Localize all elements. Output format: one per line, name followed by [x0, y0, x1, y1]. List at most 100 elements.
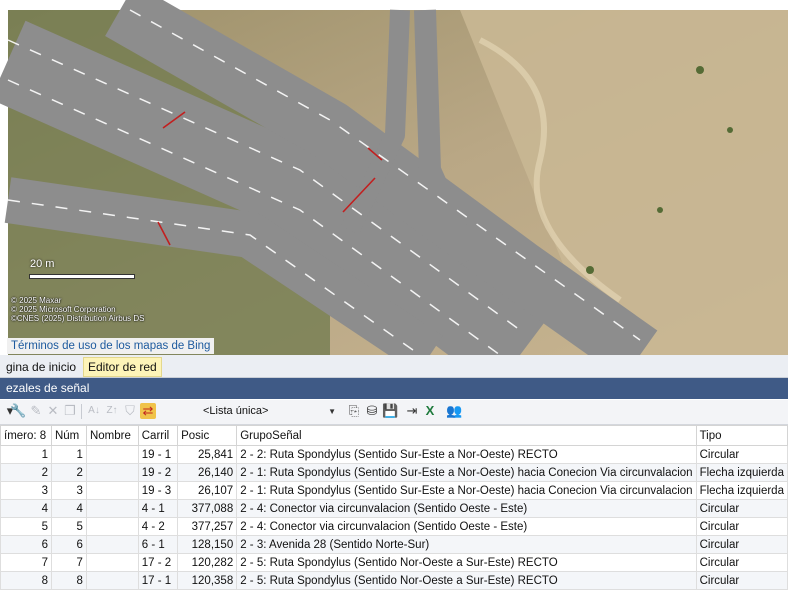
tab-home[interactable]: gina de inicio [2, 358, 80, 376]
cell-nombre[interactable] [85, 499, 139, 518]
cell-num[interactable]: 5 [50, 517, 87, 536]
network-map[interactable]: 20 m © 2025 Maxar © 2025 Microsoft Corpo… [0, 0, 788, 355]
cell-count[interactable]: 1 [0, 445, 52, 464]
column-header-nombre[interactable]: Nombre [85, 425, 139, 446]
cell-tipo[interactable]: Flecha izquierda [695, 463, 788, 482]
cell-nombre[interactable] [85, 553, 139, 572]
table-row[interactable]: 6 6 6 - 1 128,150 2 - 3: Avenida 28 (Sen… [0, 535, 788, 554]
cell-carril[interactable]: 19 - 1 [137, 445, 179, 464]
cell-posic[interactable]: 120,282 [177, 553, 238, 572]
table-row[interactable]: 2 2 19 - 2 26,140 2 - 1: Ruta Spondylus … [0, 463, 788, 482]
cell-gruposenal[interactable]: 2 - 4: Conector via circunvalacion (Sent… [236, 499, 697, 518]
column-header-num[interactable]: Núm [50, 425, 87, 446]
cell-tipo[interactable]: Circular [695, 517, 788, 536]
cell-gruposenal[interactable]: 2 - 1: Ruta Spondylus (Sentido Sur-Este … [236, 481, 697, 500]
cell-num[interactable]: 2 [50, 463, 87, 482]
cell-gruposenal[interactable]: 2 - 5: Ruta Spondylus (Sentido Nor-Oeste… [236, 571, 697, 590]
cell-carril[interactable]: 4 - 2 [137, 517, 179, 536]
cell-nombre[interactable] [85, 445, 139, 464]
cell-num[interactable]: 7 [50, 553, 87, 572]
list-selector-dropdown[interactable]: <Lista única> ▼ [203, 403, 338, 420]
cell-tipo[interactable]: Flecha izquierda [695, 481, 788, 500]
panel-title: ezales de señal [0, 378, 788, 399]
cell-gruposenal[interactable]: 2 - 3: Avenida 28 (Sentido Norte-Sur) [236, 535, 697, 554]
toolbar-separator [81, 404, 82, 419]
table-row[interactable]: 5 5 4 - 2 377,257 2 - 4: Conector via ci… [0, 517, 788, 536]
copy-table-icon[interactable]: ⎘ [346, 403, 362, 419]
cell-num[interactable]: 1 [50, 445, 87, 464]
credit-line: © 2025 Microsoft Corporation [11, 305, 116, 314]
cell-posic[interactable]: 25,841 [177, 445, 238, 464]
cell-tipo[interactable]: Circular [695, 535, 788, 554]
cell-carril[interactable]: 17 - 1 [137, 571, 179, 590]
cell-count[interactable]: 4 [0, 499, 52, 518]
table-row[interactable]: 7 7 17 - 2 120,282 2 - 5: Ruta Spondylus… [0, 553, 788, 572]
cell-count[interactable]: 2 [0, 463, 52, 482]
cell-tipo[interactable]: Circular [695, 553, 788, 572]
column-header-gruposenal[interactable]: GrupoSeñal [236, 425, 697, 446]
copy-icon[interactable]: ❐ [62, 403, 78, 419]
cell-carril[interactable]: 6 - 1 [137, 535, 179, 554]
column-header-count[interactable]: ímero: 8 [0, 425, 52, 446]
cell-count[interactable]: 7 [0, 553, 52, 572]
column-header-carril[interactable]: Carril [137, 425, 179, 446]
cell-carril[interactable]: 19 - 2 [137, 463, 179, 482]
table-row[interactable]: 4 4 4 - 1 377,088 2 - 4: Conector via ci… [0, 499, 788, 518]
sync-icon[interactable]: ⇄ [140, 403, 156, 419]
delete-icon[interactable]: ✕ [45, 403, 61, 419]
cell-nombre[interactable] [85, 535, 139, 554]
cell-count[interactable]: 8 [0, 571, 52, 590]
cell-gruposenal[interactable]: 2 - 1: Ruta Spondylus (Sentido Sur-Este … [236, 463, 697, 482]
table-row[interactable]: 1 1 19 - 1 25,841 2 - 2: Ruta Spondylus … [0, 445, 788, 464]
cell-posic[interactable]: 120,358 [177, 571, 238, 590]
sort-ascending-icon[interactable]: A↓ [86, 403, 102, 419]
bing-terms-link[interactable]: Términos de uso de los mapas de Bing [7, 338, 215, 354]
table-header-row: ímero: 8 Núm Nombre Carril Posic GrupoSe… [0, 425, 788, 446]
cell-posic[interactable]: 377,257 [177, 517, 238, 536]
cell-num[interactable]: 6 [50, 535, 87, 554]
cell-num[interactable]: 3 [50, 481, 87, 500]
filter-clear-icon[interactable]: ⛉ [122, 403, 138, 419]
cell-nombre[interactable] [85, 481, 139, 500]
cell-nombre[interactable] [85, 517, 139, 536]
table-row[interactable]: 3 3 19 - 3 26,107 2 - 1: Ruta Spondylus … [0, 481, 788, 500]
cell-num[interactable]: 8 [50, 571, 87, 590]
cell-posic[interactable]: 128,150 [177, 535, 238, 554]
credit-line: © 2025 Maxar [11, 296, 62, 305]
cell-nombre[interactable] [85, 571, 139, 590]
chevron-down-icon: ▼ [328, 407, 336, 416]
wrench-icon[interactable]: 🔧 [10, 403, 26, 419]
sort-descending-icon[interactable]: Z↑ [104, 403, 120, 419]
cell-carril[interactable]: 19 - 3 [137, 481, 179, 500]
column-header-tipo[interactable]: Tipo [695, 425, 788, 446]
cell-posic[interactable]: 26,107 [177, 481, 238, 500]
cell-carril[interactable]: 4 - 1 [137, 499, 179, 518]
cell-posic[interactable]: 377,088 [177, 499, 238, 518]
tab-network-editor[interactable]: Editor de red [83, 357, 162, 377]
cell-count[interactable]: 5 [0, 517, 52, 536]
cell-nombre[interactable] [85, 463, 139, 482]
database-icon[interactable]: ⛁ [364, 403, 380, 419]
users-icon[interactable]: 👥 [446, 403, 462, 419]
cell-gruposenal[interactable]: 2 - 5: Ruta Spondylus (Sentido Nor-Oeste… [236, 553, 697, 572]
cell-gruposenal[interactable]: 2 - 2: Ruta Spondylus (Sentido Sur-Este … [236, 445, 697, 464]
cell-tipo[interactable]: Circular [695, 571, 788, 590]
signal-heads-table[interactable]: ímero: 8 Núm Nombre Carril Posic GrupoSe… [0, 425, 788, 590]
table-row[interactable]: 8 8 17 - 1 120,358 2 - 5: Ruta Spondylus… [0, 571, 788, 590]
export-icon[interactable]: ⇥ [404, 403, 420, 419]
cell-tipo[interactable]: Circular [695, 499, 788, 518]
save-icon[interactable]: 💾 [382, 403, 398, 419]
cell-gruposenal[interactable]: 2 - 4: Conector via circunvalacion (Sent… [236, 517, 697, 536]
edit-icon[interactable]: ✎ [28, 403, 44, 419]
cell-posic[interactable]: 26,140 [177, 463, 238, 482]
column-header-posic[interactable]: Posic [177, 425, 238, 446]
cell-num[interactable]: 4 [50, 499, 87, 518]
cell-tipo[interactable]: Circular [695, 445, 788, 464]
scale-label: 20 m [30, 258, 55, 270]
cell-count[interactable]: 3 [0, 481, 52, 500]
panel-toolbar: ▾ 🔧 ✎ ✕ ❐ A↓ Z↑ ⛉ ⇄ <Lista única> ▼ ⎘ ⛁ … [0, 400, 788, 425]
cell-count[interactable]: 6 [0, 535, 52, 554]
document-tabs: gina de inicio Editor de red [0, 355, 788, 378]
cell-carril[interactable]: 17 - 2 [137, 553, 179, 572]
excel-icon[interactable]: X [422, 403, 438, 419]
